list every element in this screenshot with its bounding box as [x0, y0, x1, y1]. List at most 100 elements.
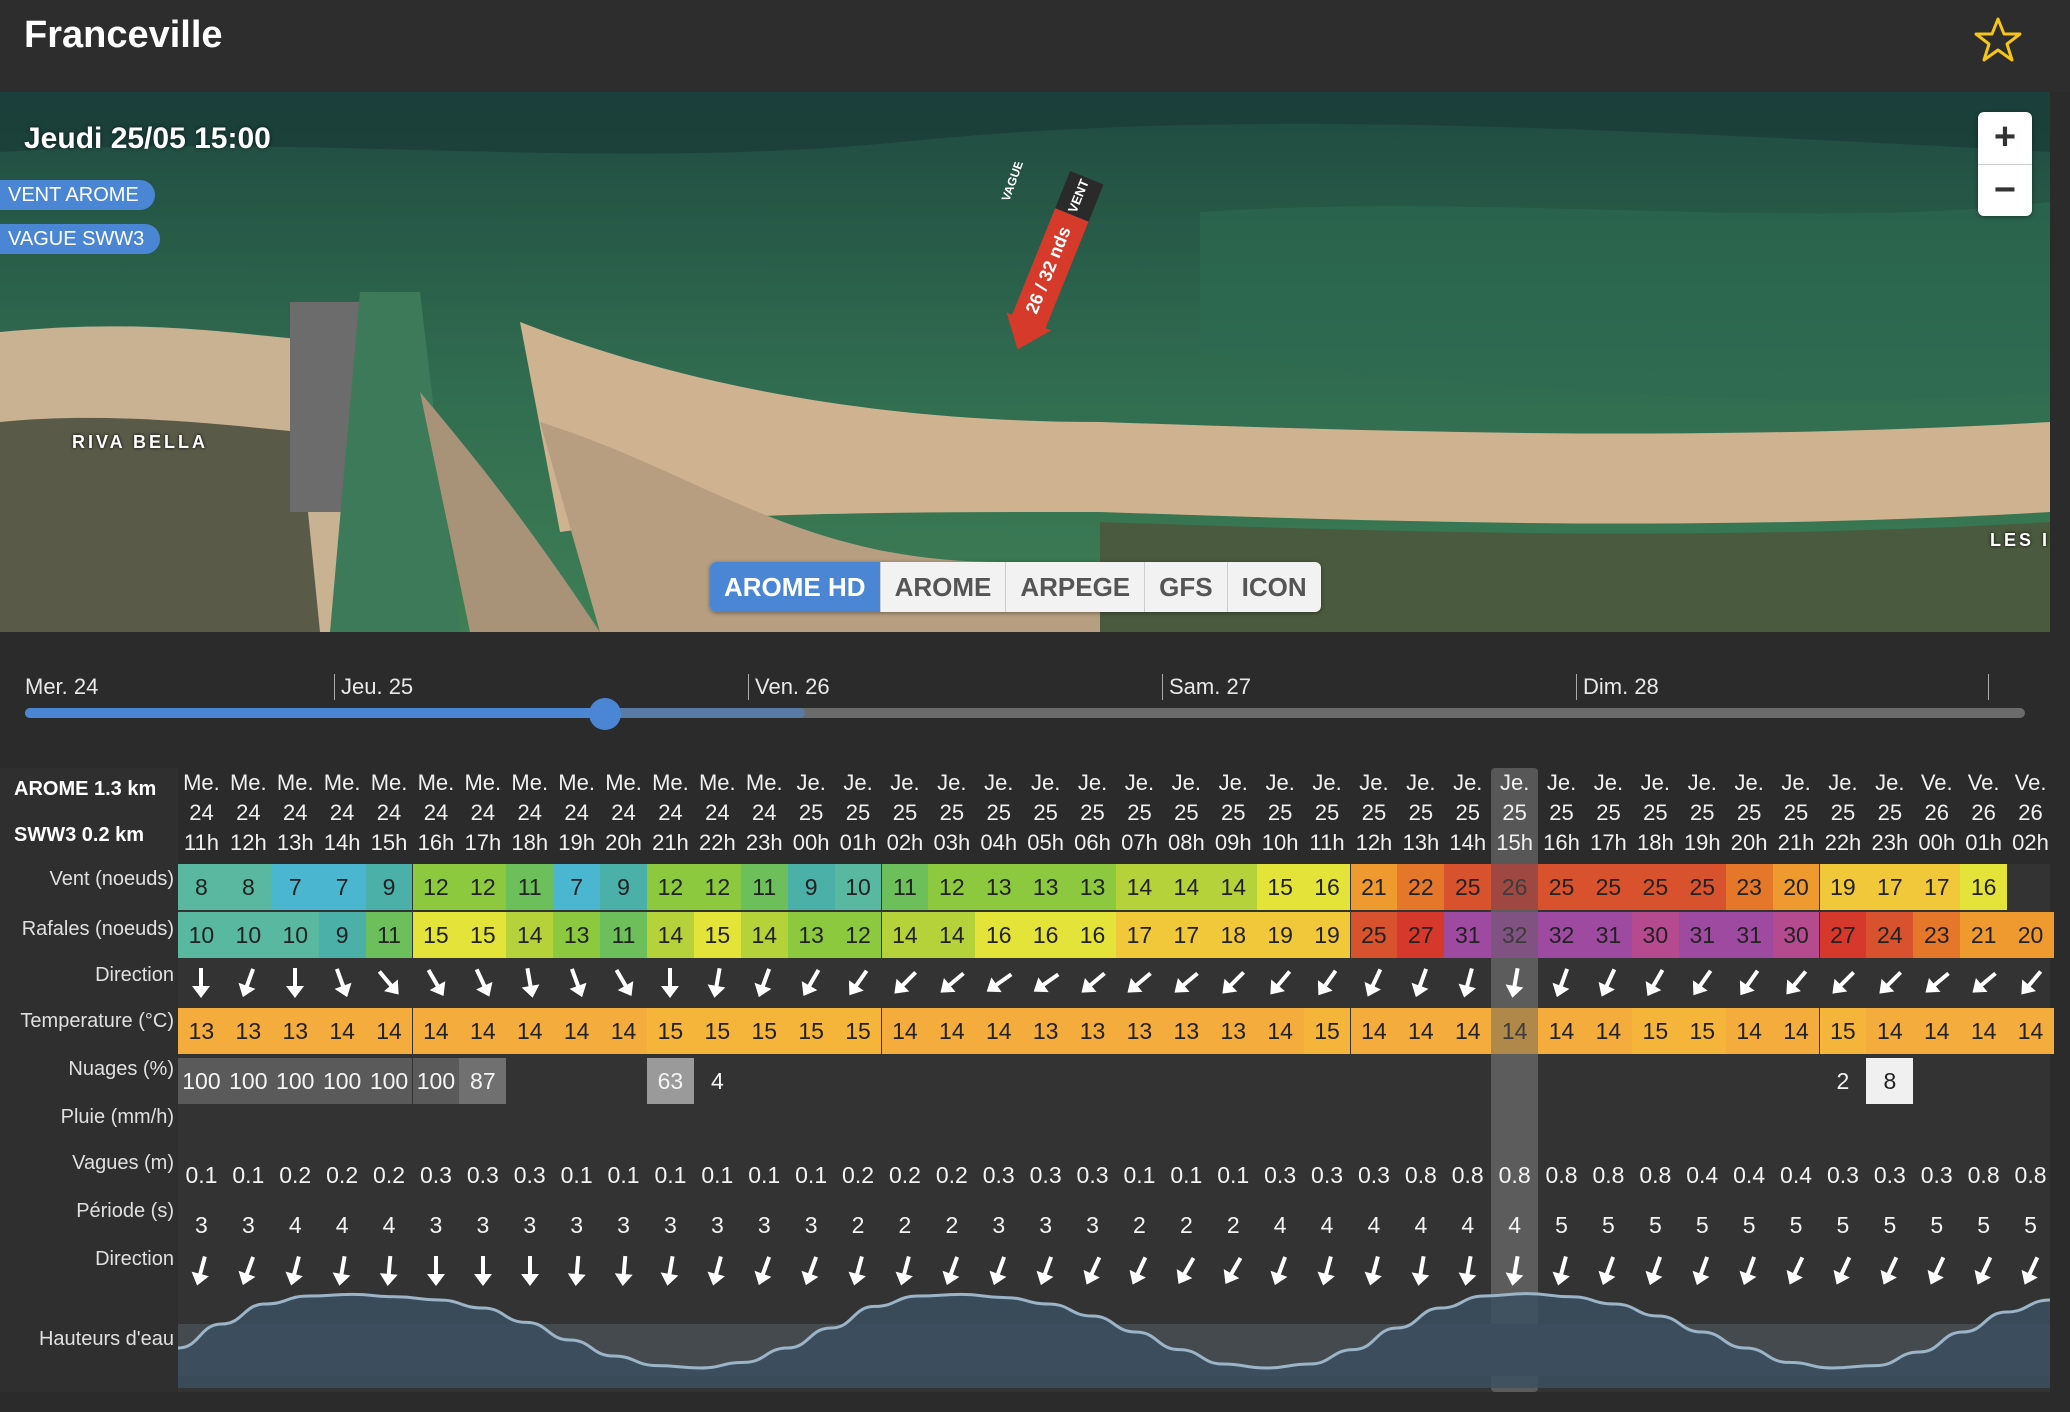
model-tab-arpege[interactable]: ARPEGE — [1006, 562, 1146, 612]
column-header[interactable]: Me. 24 12h — [225, 768, 272, 858]
column-header[interactable]: Je. 25 01h — [835, 768, 882, 858]
column-header[interactable]: Je. 25 08h — [1163, 768, 1210, 858]
temp-cell: 14 — [506, 1008, 554, 1054]
column-header[interactable]: Je. 25 13h — [1397, 768, 1444, 858]
column-header-date: 24 — [423, 800, 449, 825]
column-header[interactable]: Je. 25 09h — [1210, 768, 1257, 858]
column-header[interactable]: Je. 25 06h — [1069, 768, 1116, 858]
timeline-day: Sam. 27 — [1162, 674, 1251, 700]
column-header-hour: 06h — [1074, 830, 1111, 855]
column-header-hour: 14h — [323, 830, 361, 855]
column-header-date: 25 — [986, 800, 1011, 825]
temp-cell: 15 — [787, 1008, 835, 1054]
arrow-icon — [319, 960, 366, 1006]
minus-icon[interactable]: − — [1978, 165, 2032, 217]
arrow-icon — [1866, 960, 1913, 1006]
column-header-hour: 12h — [229, 830, 267, 855]
column-header[interactable]: Je. 25 05h — [1022, 768, 1069, 858]
column-header[interactable]: Me. 24 23h — [741, 768, 788, 858]
column-header[interactable]: Je. 25 14h — [1444, 768, 1491, 858]
column-header[interactable]: Me. 24 21h — [647, 768, 694, 858]
gusts-cell: 25 — [1350, 912, 1398, 958]
waves-cell: 0.1 — [185, 1162, 218, 1188]
model-tab-gfs[interactable]: GFS — [1145, 562, 1228, 612]
waves-cell: 0.3 — [1076, 1162, 1109, 1188]
arrow-icon — [1960, 960, 2007, 1006]
column-header[interactable]: Je. 25 23h — [1866, 768, 1913, 858]
column-header[interactable]: Je. 25 04h — [975, 768, 1022, 858]
plus-icon[interactable]: + — [1978, 112, 2032, 165]
clouds-cell: 100 — [224, 1058, 272, 1104]
row-label-wind_dir: Direction — [95, 964, 174, 986]
column-header[interactable]: Me. 24 13h — [272, 768, 319, 858]
column-header[interactable]: Je. 25 15h — [1491, 768, 1538, 858]
temp-cell: 14 — [1585, 1008, 1632, 1054]
column-header-hour: 19h — [558, 830, 595, 855]
row-label-clouds: Nuages (%) — [68, 1058, 174, 1080]
column-header-date: 24 — [189, 800, 214, 825]
arrow-icon — [788, 960, 835, 1006]
temp-cell: 14 — [1397, 1008, 1445, 1054]
column-header[interactable]: Je. 25 10h — [1257, 768, 1304, 858]
waves-cell: 0.4 — [1686, 1162, 1719, 1188]
column-header[interactable]: Je. 25 11h — [1304, 768, 1351, 858]
column-header[interactable]: Je. 25 22h — [1820, 768, 1867, 858]
column-header-date: 25 — [1267, 800, 1293, 825]
timeline-day: Mer. 24 — [25, 674, 99, 699]
wind-cell: 11 — [506, 864, 554, 910]
column-header[interactable]: Ve. 26 01h — [1960, 768, 2007, 858]
column-header[interactable]: Ve. 26 02h — [2007, 768, 2054, 858]
gusts-cell: 31 — [1444, 912, 1492, 958]
model-tab-arome[interactable]: AROME — [881, 562, 1007, 612]
column-header[interactable]: Me. 24 19h — [553, 768, 600, 858]
gusts-cell: 14 — [740, 912, 788, 958]
temp-cell: 13 — [1022, 1008, 1070, 1054]
column-header-date: 24 — [329, 800, 355, 825]
waves-cell: 0.3 — [513, 1162, 546, 1188]
satellite-map[interactable]: Jeudi 25/05 15:00 VENT AROME VAGUE SWW3 … — [0, 92, 2050, 632]
column-header[interactable]: Me. 24 16h — [413, 768, 460, 858]
star-icon[interactable] — [1972, 14, 2024, 66]
column-header[interactable]: Me. 24 17h — [459, 768, 506, 858]
column-header[interactable]: Je. 25 19h — [1679, 768, 1726, 858]
column-header-hour: 21h — [652, 830, 689, 855]
column-header[interactable]: Me. 24 15h — [366, 768, 413, 858]
column-header[interactable]: Je. 25 17h — [1585, 768, 1632, 858]
column-header[interactable]: Me. 24 22h — [694, 768, 741, 858]
header: Franceville — [0, 0, 2070, 92]
model-tab-arome-hd[interactable]: AROME HD — [710, 562, 881, 612]
wind-cell: 16 — [1960, 864, 2008, 910]
column-header-date: 24 — [705, 800, 730, 825]
column-header[interactable]: Je. 25 00h — [788, 768, 835, 858]
temp-cell: 14 — [1725, 1008, 1773, 1054]
column-header[interactable]: Ve. 26 00h — [1913, 768, 1960, 858]
waves-cell: 0.3 — [1264, 1162, 1297, 1188]
column-header[interactable]: Je. 25 07h — [1116, 768, 1163, 858]
column-header[interactable]: Je. 25 20h — [1726, 768, 1773, 858]
wind-marker[interactable]: 26 / 32 nds VENT VAGUE — [995, 162, 1115, 362]
model-tab-icon[interactable]: ICON — [1228, 562, 1321, 612]
column-header[interactable]: Je. 25 12h — [1351, 768, 1398, 858]
arrow-icon — [1069, 960, 1116, 1006]
column-header-day: Ve. — [1967, 770, 2000, 795]
waves-cell: 0.1 — [795, 1162, 828, 1188]
column-header[interactable]: Je. 25 21h — [1773, 768, 1820, 858]
column-header[interactable]: Me. 24 18h — [506, 768, 553, 858]
column-header[interactable]: Me. 24 14h — [319, 768, 366, 858]
timeline-slider-handle[interactable] — [589, 698, 621, 730]
column-header-hour: 18h — [1636, 830, 1674, 855]
arrow-icon — [1210, 960, 1257, 1006]
column-header[interactable]: Je. 25 16h — [1538, 768, 1585, 858]
column-header[interactable]: Me. 24 20h — [600, 768, 647, 858]
layer-wind-button[interactable]: VENT AROME — [0, 180, 155, 210]
column-header-day: Ve. — [1920, 770, 1953, 795]
column-header[interactable]: Me. 24 11h — [178, 768, 225, 858]
column-header[interactable]: Je. 25 18h — [1632, 768, 1679, 858]
column-header[interactable]: Je. 25 02h — [882, 768, 929, 858]
layer-wave-button[interactable]: VAGUE SWW3 — [0, 224, 161, 254]
column-header-date: 25 — [1502, 800, 1527, 825]
column-header-hour: 01h — [839, 830, 877, 855]
gusts-cell: 27 — [1397, 912, 1445, 958]
timeline-track[interactable] — [25, 708, 2025, 718]
column-header[interactable]: Je. 25 03h — [928, 768, 975, 858]
